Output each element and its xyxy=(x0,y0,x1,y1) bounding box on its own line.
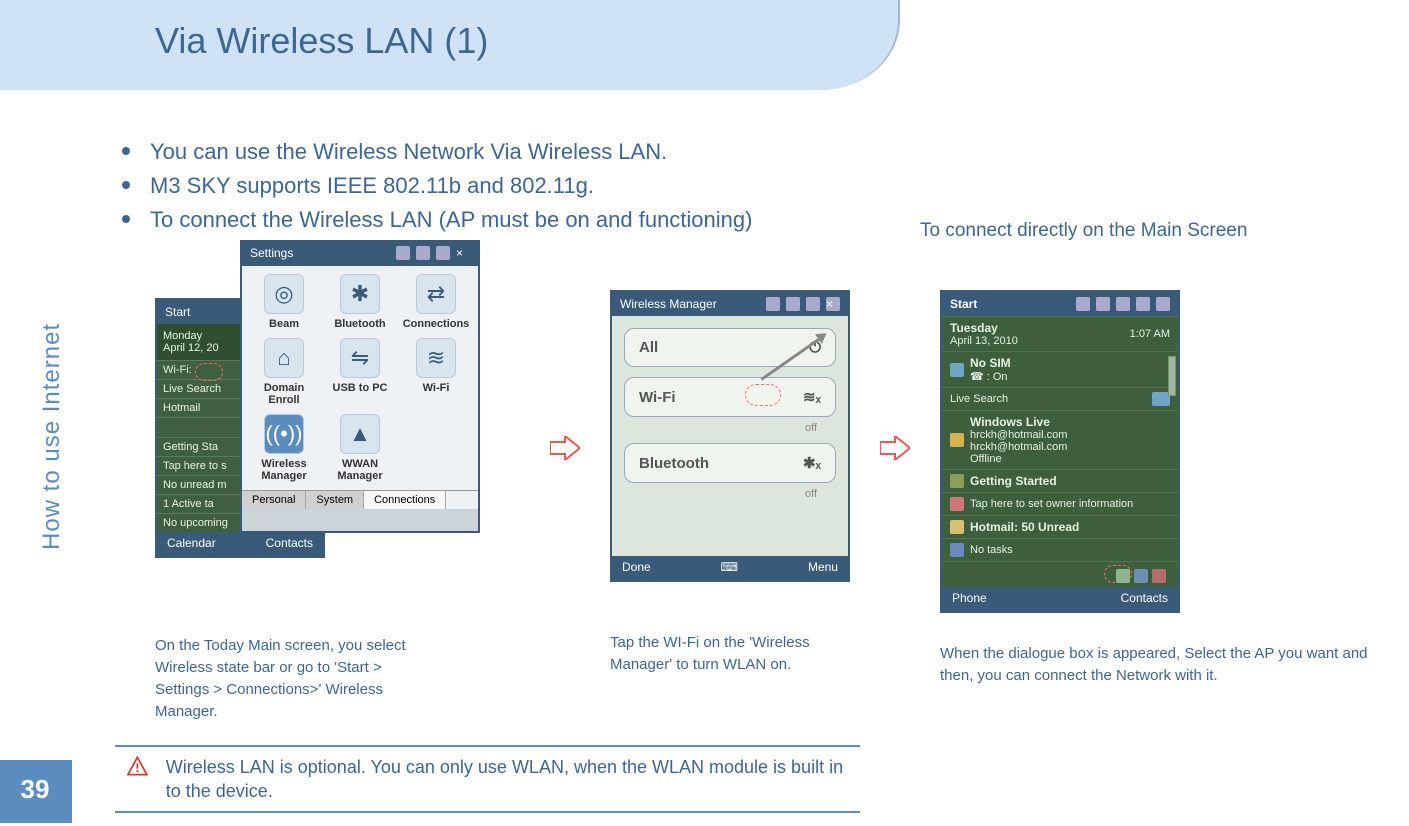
tray-drop-icon xyxy=(1152,569,1166,583)
settings-tabs: Personal System Connections xyxy=(242,490,478,509)
arrow-icon xyxy=(880,436,910,460)
today2-hotmail: Hotmail: 50 Unread xyxy=(942,515,1178,538)
settings-icon-wifi: ≋Wi-Fi xyxy=(402,338,470,406)
wm-bt-button: Bluetooth ✱ₓ off xyxy=(624,443,836,483)
today-footer: Calendar Contacts xyxy=(157,532,323,556)
settings-title: Settings xyxy=(250,246,293,262)
warning-box: Wireless LAN is optional. You can only u… xyxy=(115,745,860,813)
today2-sim-row: No SIM ☎ : On xyxy=(942,351,1178,387)
settings-titlebar: Settings × xyxy=(242,242,478,266)
warning-text: Wireless LAN is optional. You can only u… xyxy=(166,755,848,803)
tray-lock-icon xyxy=(1134,569,1148,583)
live-icon xyxy=(950,433,964,447)
keyboard-bar xyxy=(242,509,478,531)
today2-search-row: Live Search xyxy=(942,387,1178,410)
wm-wifi-button: Wi-Fi ≋ₓ off xyxy=(624,377,836,417)
settings-icon-wireless-manager: ((•))Wireless Manager xyxy=(250,414,318,482)
wifi-icon: ≋ xyxy=(416,338,456,378)
sim-icon xyxy=(950,363,964,377)
settings-icon-beam: ◎Beam xyxy=(250,274,318,330)
caption-3: When the dialogue box is appeared, Selec… xyxy=(940,643,1400,687)
caption-1: On the Today Main screen, you select Wir… xyxy=(155,635,435,723)
wifi-off-icon: ≋ₓ xyxy=(803,388,821,406)
screenshot-today-right: Start Tuesday April 13, 2010 1:07 AM No … xyxy=(940,290,1200,687)
bullet-item: You can use the Wireless Network Via Wir… xyxy=(122,135,752,169)
domain-icon: ⌂ xyxy=(264,338,304,378)
arrow-icon xyxy=(550,436,580,460)
gs-icon xyxy=(950,474,964,488)
tab-system: System xyxy=(306,491,364,509)
settings-icon-domain: ⌂Domain Enroll xyxy=(250,338,318,406)
connections-icon: ⇄ xyxy=(416,274,456,314)
tab-connections: Connections xyxy=(364,491,446,509)
wm-footer: Done ⌨ Menu xyxy=(612,556,848,580)
status-icons: × xyxy=(766,297,840,311)
today2-tray xyxy=(942,561,1178,587)
bullet-item: To connect the Wireless LAN (AP must be … xyxy=(122,203,752,237)
settings-window: Settings × ◎Beam ✱Bluetooth ⇄Connections… xyxy=(240,240,480,533)
today2-getting-started: Getting Started xyxy=(942,469,1178,492)
section-side-label: How to use Internet xyxy=(38,323,66,550)
softkey-right: Contacts xyxy=(1121,591,1168,607)
warning-icon xyxy=(127,755,148,777)
today2-owner-info: Tap here to set owner information xyxy=(942,492,1178,515)
softkey-right: Menu xyxy=(808,560,838,576)
scrollbar-thumb xyxy=(1168,356,1176,396)
page-number-badge: 39 xyxy=(0,760,72,823)
bt-off-icon: ✱ₓ xyxy=(803,454,821,472)
tasks-icon xyxy=(950,543,964,557)
bullet-item: M3 SKY supports IEEE 802.11b and 802.11g… xyxy=(122,169,752,203)
beam-icon: ◎ xyxy=(264,274,304,314)
tray-signal-icon xyxy=(1116,569,1130,583)
caption-2: Tap the WI-Fi on the 'Wireless Manager' … xyxy=(610,632,840,676)
highlight-ring xyxy=(195,363,223,381)
bluetooth-icon: ✱ xyxy=(340,274,380,314)
softkey-left: Calendar xyxy=(167,536,216,552)
softkey-left: Done xyxy=(622,560,651,576)
wm-titlebar: Wireless Manager × xyxy=(612,292,848,316)
usb-icon: ⇋ xyxy=(340,338,380,378)
keyboard-icon: ⌨ xyxy=(721,560,738,576)
highlight-ring xyxy=(745,384,781,406)
start-label: Start xyxy=(165,305,190,319)
tab-personal: Personal xyxy=(242,491,306,509)
wm-window: Wireless Manager × All ⏻ Wi-Fi ≋ₓ off Bl… xyxy=(610,290,850,582)
bullet-list: You can use the Wireless Network Via Wir… xyxy=(122,135,752,237)
wireless-manager-icon: ((•)) xyxy=(264,414,304,454)
today2-windows-live: Windows Live hrckh@hotmail.com hrckh@hot… xyxy=(942,410,1178,469)
today2-tasks: No tasks xyxy=(942,538,1178,561)
wm-body: All ⏻ Wi-Fi ≋ₓ off Bluetooth ✱ₓ off xyxy=(612,316,848,556)
settings-icon-connections: ⇄Connections xyxy=(402,274,470,330)
status-icons xyxy=(1076,297,1170,311)
mail-icon xyxy=(950,520,964,534)
settings-icon-bluetooth: ✱Bluetooth xyxy=(326,274,394,330)
wm-bt-state: off xyxy=(805,488,817,500)
wm-title: Wireless Manager xyxy=(620,297,717,311)
settings-icon-usb: ⇋USB to PC xyxy=(326,338,394,406)
softkey-right: Contacts xyxy=(266,536,313,552)
today2-date-row: Tuesday April 13, 2010 1:07 AM xyxy=(942,316,1178,351)
screenshot-wireless-manager: Wireless Manager × All ⏻ Wi-Fi ≋ₓ off Bl… xyxy=(610,290,870,676)
wwan-icon: ▲ xyxy=(340,414,380,454)
settings-icon-grid: ◎Beam ✱Bluetooth ⇄Connections ⌂Domain En… xyxy=(242,266,478,490)
softkey-left: Phone xyxy=(952,591,987,607)
today2-titlebar: Start xyxy=(942,292,1178,316)
status-icons: × xyxy=(396,246,470,262)
clock-label: 1:07 AM xyxy=(1130,328,1170,340)
connect-note: To connect directly on the Main Screen xyxy=(920,220,1247,242)
owner-icon xyxy=(950,497,964,511)
settings-icon-wwan: ▲WWAN Manager xyxy=(326,414,394,482)
wm-wifi-state: off xyxy=(805,422,817,434)
start-label: Start xyxy=(950,297,977,311)
page-title: Via Wireless LAN (1) xyxy=(155,20,488,62)
today2-footer: Phone Contacts xyxy=(942,587,1178,611)
today2-window: Start Tuesday April 13, 2010 1:07 AM No … xyxy=(940,290,1180,613)
